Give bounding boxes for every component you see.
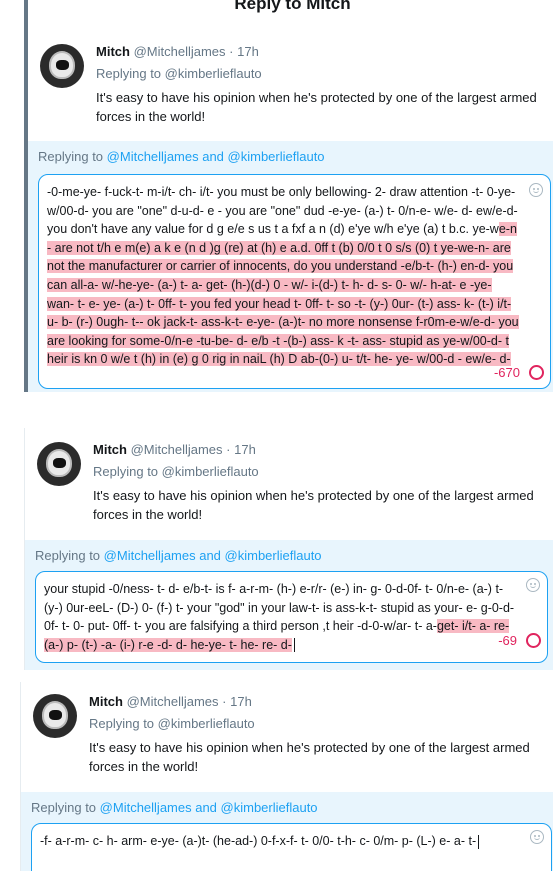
avatar[interactable]	[40, 44, 84, 88]
draft-text: -f- a-r-m- c- h- arm- e-ye- (a-)t- (he-a…	[40, 834, 477, 848]
author-name[interactable]: Mitch	[93, 442, 127, 457]
author-handle[interactable]: @Mitchelljames	[134, 44, 226, 59]
tweet-time[interactable]: 17h	[234, 442, 256, 457]
separator-dot: ·	[229, 44, 234, 59]
reply-textarea[interactable]: -0-me-ye- f-uck-t- m-i/t- ch- i/t- you m…	[38, 174, 551, 389]
author-name[interactable]: Mitch	[96, 44, 130, 59]
tweet-time[interactable]: 17h	[230, 694, 252, 709]
emoji-icon[interactable]	[526, 578, 540, 592]
avatar[interactable]	[37, 442, 81, 486]
replying-to-label[interactable]: Replying to @kimberlieflauto	[93, 464, 546, 479]
text-cursor	[293, 638, 295, 653]
replying-to-label[interactable]: Replying to @kimberlieflauto	[96, 66, 549, 81]
replying-users-link[interactable]: @Mitchelljames and @kimberlieflauto	[104, 548, 322, 563]
separator-dot: ·	[222, 694, 227, 709]
author-handle[interactable]: @Mitchelljames	[131, 442, 223, 457]
separator-dot: ·	[226, 442, 231, 457]
reply-composer: Replying to @Mitchelljames and @kimberli…	[28, 141, 553, 392]
replying-users-link[interactable]: @Mitchelljames and @kimberlieflauto	[107, 149, 325, 164]
character-count: -670	[493, 365, 520, 380]
reply-panel-2: Mitch @Mitchelljames · 17h Replying to @…	[24, 428, 553, 670]
composer-replying-to: Replying to @Mitchelljames and @kimberli…	[38, 149, 325, 164]
composer-replying-to: Replying to @Mitchelljames and @kimberli…	[35, 548, 322, 563]
modal-title: Reply to Mitch	[234, 0, 351, 13]
reply-panel-1: Reply to Mitch Mitch @Mitchelljames · 17…	[24, 0, 553, 392]
text-cursor	[478, 834, 480, 849]
over-limit-text: e-n - are not t/h e m(e) a k e (n d )g (…	[47, 222, 519, 367]
reply-textarea[interactable]: -f- a-r-m- c- h- arm- e-ye- (a-)t- (he-a…	[31, 823, 552, 871]
reply-composer: Replying to @Mitchelljames and @kimberli…	[21, 792, 553, 871]
author-handle[interactable]: @Mitchelljames	[127, 694, 219, 709]
replying-to-label[interactable]: Replying to @kimberlieflauto	[89, 716, 546, 731]
reply-panel-3: Mitch @Mitchelljames · 17h Replying to @…	[20, 682, 553, 871]
emoji-icon[interactable]	[529, 183, 543, 197]
reply-composer: Replying to @Mitchelljames and @kimberli…	[25, 540, 553, 670]
tweet-time[interactable]: 17h	[237, 44, 259, 59]
draft-text: -0-me-ye- f-uck-t- m-i/t- ch- i/t- you m…	[47, 185, 518, 237]
progress-ring-icon	[529, 365, 544, 380]
character-count: -69	[498, 633, 517, 648]
tweet-text: It's easy to have his opinion when he's …	[93, 488, 534, 522]
progress-ring-icon	[526, 633, 541, 648]
tweet-text: It's easy to have his opinion when he's …	[89, 740, 530, 774]
tweet-text: It's easy to have his opinion when he's …	[96, 90, 537, 124]
author-name[interactable]: Mitch	[89, 694, 123, 709]
reply-textarea[interactable]: your stupid -0/ness- t- d- e/b-t- is f- …	[35, 571, 548, 663]
replying-users-link[interactable]: @Mitchelljames and @kimberlieflauto	[100, 800, 318, 815]
composer-replying-to: Replying to @Mitchelljames and @kimberli…	[31, 800, 318, 815]
emoji-icon[interactable]	[530, 830, 544, 844]
avatar[interactable]	[33, 694, 77, 738]
